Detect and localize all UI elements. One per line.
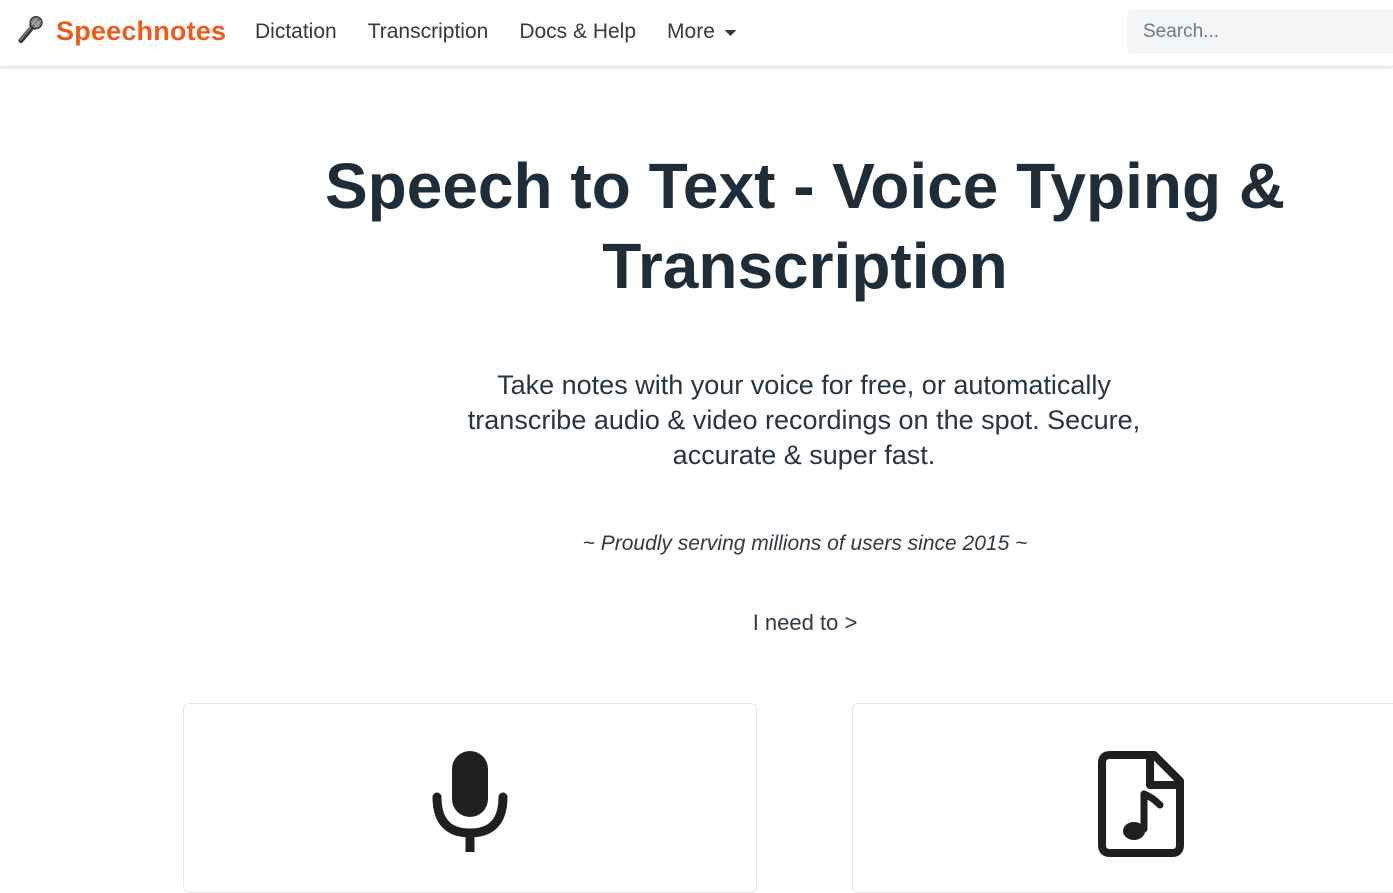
i-need-to-prompt: I need to > (752, 610, 858, 635)
hero-subtitle: Take notes with your voice for free, or … (467, 370, 1141, 470)
transcription-card[interactable] (852, 703, 1393, 893)
top-navbar: Speechnotes Dictation Transcription Docs… (0, 0, 1393, 67)
nav-more-dropdown[interactable]: More (667, 20, 738, 44)
page-title: Speech to Text - Voice Typing & Transcri… (324, 150, 1286, 302)
hero-tagline: ~ Proudly serving millions of users sinc… (582, 532, 1028, 555)
audio-file-icon (1098, 751, 1184, 857)
nav-more-label: More (667, 20, 715, 43)
microphone-icon (432, 751, 508, 852)
brand-logo-link[interactable]: Speechnotes (12, 13, 226, 49)
search-input[interactable] (1127, 9, 1393, 54)
chevron-down-icon (724, 30, 737, 36)
main-nav: Dictation Transcription Docs & Help More (255, 17, 769, 47)
nav-docs-help[interactable]: Docs & Help (519, 20, 636, 44)
dictation-card[interactable] (183, 703, 757, 893)
nav-dictation[interactable]: Dictation (255, 20, 337, 44)
nav-transcription[interactable]: Transcription (368, 20, 489, 44)
microphone-icon (18, 15, 43, 44)
brand-name: Speechnotes (56, 15, 227, 46)
